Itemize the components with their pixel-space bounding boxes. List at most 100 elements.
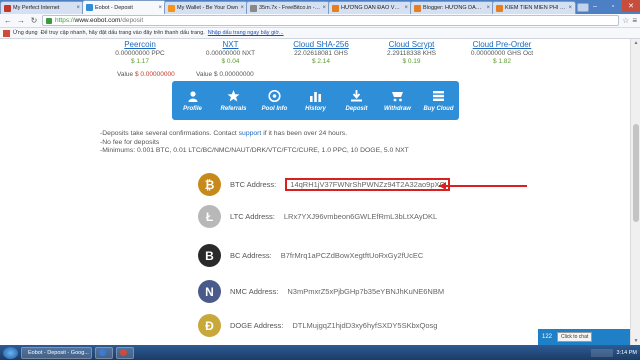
browser-tab[interactable]: 35m.7x - FreeBitco.in - ... × xyxy=(246,1,330,14)
nav-profile[interactable]: Profile xyxy=(172,81,213,120)
tab-close-icon[interactable]: × xyxy=(404,5,408,11)
tab-close-icon[interactable]: × xyxy=(486,5,490,11)
window-controls: – ▫ ✕ xyxy=(586,0,640,12)
browser-tab[interactable]: Blogger: HƯỚNG DẪN Đ... × xyxy=(410,1,494,14)
tab-close-icon[interactable]: × xyxy=(240,5,244,11)
back-button[interactable]: ← xyxy=(3,16,13,26)
chat-widget[interactable]: 122 Click to chat xyxy=(538,329,630,345)
coin-price: $ 1.82 xyxy=(492,58,512,65)
bookmark-star-icon[interactable]: ☆ xyxy=(622,16,629,25)
lock-icon xyxy=(46,17,52,24)
import-bookmarks-link[interactable]: Nhập dấu trang ngay bây giờ... xyxy=(208,30,284,36)
menu-icon[interactable]: ≡ xyxy=(632,16,637,25)
tab-title: My Wallet - Be Your Own xyxy=(177,5,238,11)
nav-history[interactable]: History xyxy=(295,81,336,120)
close-window-button[interactable]: ✕ xyxy=(622,0,640,12)
address-label: LTC Address: xyxy=(230,212,275,221)
taskbar-app-icon xyxy=(99,349,106,356)
chat-tooltip[interactable]: Click to chat xyxy=(557,332,593,342)
maximize-button[interactable]: ▫ xyxy=(604,0,622,12)
coin-amount: 0.00000000 NXT xyxy=(205,49,256,57)
reload-button[interactable]: ↻ xyxy=(29,16,39,26)
browser-tab-bar: My Perfect Internet × Eobot - Deposit × My W… xyxy=(0,0,640,14)
tab-title: My Perfect Internet xyxy=(13,5,60,11)
tab-close-icon[interactable]: × xyxy=(322,5,326,11)
bookmarks-bar: Ứng dụng Để truy cập nhanh, hãy đặt dấu … xyxy=(0,28,640,39)
deposit-address[interactable]: B7frMrq1aPCZdBowXegtftUoRxGy2fUcEC xyxy=(281,251,424,260)
tab-favicon-icon xyxy=(332,4,339,12)
nav-withdraw[interactable]: Withdraw xyxy=(377,81,418,120)
coin-name-link[interactable]: Cloud Pre-Order xyxy=(458,40,546,50)
note-line-3: -Minimums: 0.001 BTC, 0.01 LTC/BC/NMC/NA… xyxy=(100,147,409,154)
tab-close-icon[interactable]: × xyxy=(76,5,80,11)
value-label: Value xyxy=(117,71,134,78)
tab-close-icon[interactable]: × xyxy=(158,5,162,11)
deposit-notes: -Deposits take several confirmations. Co… xyxy=(100,130,409,156)
tab-title: 35m.7x - FreeBitco.in - ... xyxy=(259,5,321,11)
taskbar-app-icon xyxy=(120,349,127,356)
clock[interactable]: 3:14 PM xyxy=(617,350,637,356)
note-line-2: -No fee for deposits xyxy=(100,138,160,146)
scrollbar-thumb[interactable] xyxy=(633,124,639,222)
browser-tab[interactable]: Eobot - Deposit × xyxy=(82,0,166,14)
tab-favicon-icon xyxy=(496,4,503,12)
value-row: Value $ 0.00000000 Value $ 0.00000000 xyxy=(117,71,254,78)
nav-label: History xyxy=(305,105,326,112)
apps-label[interactable]: Ứng dụng xyxy=(13,30,38,36)
coin-name-link[interactable]: Cloud SHA-256 xyxy=(277,40,365,50)
coin-name-link[interactable]: NXT xyxy=(187,40,275,50)
deposit-address-row: Ð DOGE Address: DTLMujgqZ1hjdD3xy6hyfSXDY5… xyxy=(198,314,437,337)
coin-price: $ 0.04 xyxy=(221,58,240,65)
nav-buy-cloud[interactable]: Buy Cloud xyxy=(418,81,459,120)
tab-favicon-icon xyxy=(86,4,93,11)
start-button[interactable] xyxy=(3,346,18,359)
forward-button[interactable]: → xyxy=(16,16,26,26)
address-bar[interactable]: https://www.eobot.com/deposit xyxy=(42,15,620,26)
browser-tab[interactable]: My Wallet - Be Your Own × xyxy=(164,1,248,14)
btc-coin-icon: ₿ xyxy=(198,173,221,196)
main-nav: Profile Referrals Pool Info History Deposit W… xyxy=(172,81,459,120)
scrollbar[interactable]: ▲ ▼ xyxy=(630,39,640,345)
referrals-icon xyxy=(227,90,241,103)
deposit-address[interactable]: DTLMujgqZ1hjdD3xy6hyfSXDY5SKbxQosg xyxy=(292,321,437,330)
taskbar-item[interactable]: Eobot - Deposit - Goog... xyxy=(21,346,92,359)
apps-icon[interactable] xyxy=(3,29,10,37)
scroll-down-icon[interactable]: ▼ xyxy=(631,337,640,345)
tab-close-icon[interactable]: × xyxy=(568,5,572,11)
doge-coin-icon: Ð xyxy=(198,314,221,337)
deposit-address[interactable]: N3mPmxrZ5xPjbGHp7b35eYBNJhKuNE6NBM xyxy=(287,287,444,296)
coin-name-link[interactable]: Cloud Scrypt xyxy=(368,40,456,50)
browser-tab[interactable]: My Perfect Internet × xyxy=(0,1,84,14)
deposit-icon xyxy=(350,90,364,103)
bookmarks-hint: Để truy cập nhanh, hãy đặt dấu trang vào… xyxy=(40,30,205,36)
taskbar-item-label: Eobot - Deposit - Goog... xyxy=(28,349,89,356)
ltc-coin-icon: Ł xyxy=(198,205,221,228)
url-host: www.eobot.com xyxy=(74,17,121,24)
pool-info-icon xyxy=(268,90,282,103)
minimize-button[interactable]: – xyxy=(586,0,604,12)
highlight-arrow xyxy=(439,182,527,190)
taskbar: Eobot - Deposit - Goog... 3:14 PM xyxy=(0,345,640,360)
tab-title: Eobot - Deposit xyxy=(95,4,133,11)
tab-favicon-icon xyxy=(250,4,257,12)
coin-amount: 2.29118338 KHS xyxy=(386,49,437,57)
nav-pool-info[interactable]: Pool Info xyxy=(254,81,295,120)
coin-name-link[interactable]: Peercoin xyxy=(96,40,184,50)
nav-label: Profile xyxy=(183,105,202,112)
browser-tab[interactable]: KIẾM TIỀN MIỄN PHÍ TỪ... × xyxy=(492,1,576,14)
browser-tab[interactable]: HƯỚNG DẪN ĐÀO VÀNG...× xyxy=(328,1,412,14)
support-link[interactable]: support xyxy=(239,130,262,137)
coin-balance: Cloud SHA-256 22.02618081 GHS $ 2.14 xyxy=(277,40,365,67)
profile-icon xyxy=(186,90,200,103)
scroll-up-icon[interactable]: ▲ xyxy=(631,39,640,47)
deposit-address[interactable]: 14qRH1jV37FWNrShPWNZz94T2A32ao9pXC xyxy=(285,178,450,191)
nav-label: Buy Cloud xyxy=(423,105,454,112)
nav-referrals[interactable]: Referrals xyxy=(213,81,254,120)
tray-icons[interactable] xyxy=(590,348,613,357)
deposit-address[interactable]: LRx7YXJ96vmbeon6GWLEfRmL3bLtXAyDKL xyxy=(284,212,437,221)
bc-coin-icon: B xyxy=(198,244,221,267)
taskbar-item[interactable] xyxy=(95,346,113,359)
nav-deposit[interactable]: Deposit xyxy=(336,81,377,120)
taskbar-item[interactable] xyxy=(116,346,134,359)
deposit-address-row: Ł LTC Address: LRx7YXJ96vmbeon6GWLEfRmL3bL… xyxy=(198,205,437,228)
